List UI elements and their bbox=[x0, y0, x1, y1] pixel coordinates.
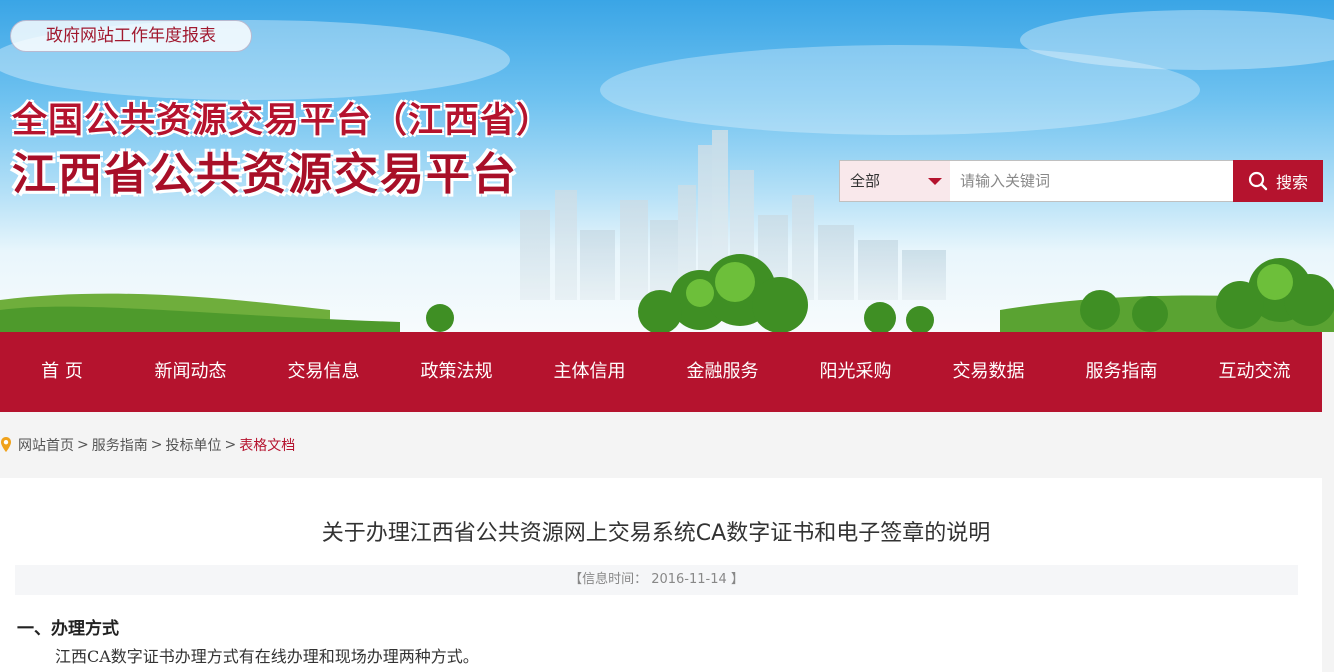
site-title-provincial: 江西省公共资源交易平台 bbox=[12, 149, 518, 200]
breadcrumb-bidders[interactable]: 投标单位 bbox=[165, 435, 221, 455]
breadcrumb-home[interactable]: 网站首页 bbox=[18, 435, 74, 455]
search-scope-value: 全部 bbox=[850, 172, 881, 190]
section-heading: 一、办理方式 bbox=[17, 619, 119, 639]
nav-item-credit[interactable]: 主体信用 bbox=[523, 332, 656, 412]
info-time-close: 】 bbox=[730, 572, 744, 587]
search-scope-select[interactable]: 全部 bbox=[840, 161, 950, 201]
search-icon bbox=[1248, 171, 1268, 191]
search-button[interactable]: 搜索 bbox=[1233, 160, 1323, 202]
breadcrumb-separator: > bbox=[150, 437, 163, 453]
breadcrumb: 网站首页 > 服务指南 > 投标单位 > 表格文档 bbox=[0, 434, 295, 456]
breadcrumb-separator: > bbox=[77, 437, 89, 453]
info-time-date: 2016-11-14 bbox=[651, 572, 727, 587]
nav-item-interaction[interactable]: 互动交流 bbox=[1188, 332, 1321, 412]
header-banner: 政府网站工作年度报表 全国公共资源交易平台（江西省） 江西省公共资源交易平台 全… bbox=[0, 0, 1334, 332]
nav-item-news[interactable]: 新闻动态 bbox=[124, 332, 257, 412]
caret-down-icon bbox=[928, 178, 942, 185]
nav-item-finance[interactable]: 金融服务 bbox=[656, 332, 789, 412]
nav-item-trading-info[interactable]: 交易信息 bbox=[257, 332, 390, 412]
article-panel: 关于办理江西省公共资源网上交易系统CA数字证书和电子签章的说明 【信息时间： 2… bbox=[0, 478, 1322, 672]
breadcrumb-service-guide[interactable]: 服务指南 bbox=[92, 435, 148, 455]
main-nav: 首 页 新闻动态 交易信息 政策法规 主体信用 金融服务 阳光采购 交易数据 服… bbox=[0, 332, 1322, 412]
nav-item-procurement[interactable]: 阳光采购 bbox=[789, 332, 922, 412]
site-title-national: 全国公共资源交易平台（江西省） bbox=[12, 101, 553, 141]
nav-item-service-guide[interactable]: 服务指南 bbox=[1055, 332, 1188, 412]
article-title: 关于办理江西省公共资源网上交易系统CA数字证书和电子签章的说明 bbox=[321, 521, 991, 546]
nav-item-trading-data[interactable]: 交易数据 bbox=[922, 332, 1055, 412]
breadcrumb-current[interactable]: 表格文档 bbox=[239, 435, 295, 455]
article-info-bar: 【信息时间： 2016-11-14 】 bbox=[15, 565, 1298, 595]
section-paragraph: 江西CA数字证书办理方式有在线办理和现场办理两种方式。 bbox=[55, 647, 479, 666]
info-time-label: 【信息时间： bbox=[569, 572, 648, 587]
search-button-label: 搜索 bbox=[1275, 173, 1308, 192]
location-pin-icon bbox=[1, 437, 11, 452]
search-input[interactable] bbox=[950, 161, 1234, 201]
search-bar: 全部 搜索 bbox=[839, 160, 1323, 202]
nav-item-home[interactable]: 首 页 bbox=[0, 332, 124, 412]
breadcrumb-separator: > bbox=[224, 437, 237, 453]
nav-item-policies[interactable]: 政策法规 bbox=[390, 332, 523, 412]
annual-report-link[interactable]: 政府网站工作年度报表 bbox=[10, 20, 252, 52]
